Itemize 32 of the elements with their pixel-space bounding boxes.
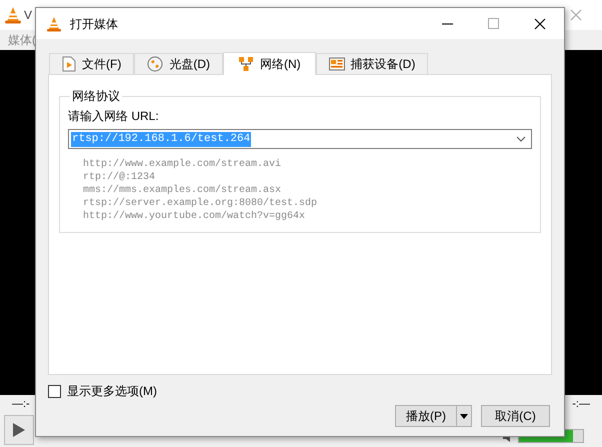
cone-icon bbox=[4, 6, 22, 24]
checkbox[interactable] bbox=[48, 384, 61, 398]
cone-icon bbox=[46, 16, 62, 32]
network-icon bbox=[238, 56, 254, 72]
player-title: V bbox=[24, 7, 32, 24]
tab[interactable]: 网络(N) bbox=[223, 52, 316, 75]
tab[interactable]: 文件(F) bbox=[49, 53, 134, 74]
example-url: rtp://@:1234 bbox=[83, 171, 156, 184]
url-value: rtsp://192.168.1.6/test.264 bbox=[71, 132, 252, 146]
play-button[interactable]: 播放(P) bbox=[396, 406, 457, 426]
cancel-button[interactable]: 取消(C) bbox=[481, 405, 550, 427]
capture-card-icon bbox=[328, 57, 345, 71]
close-icon[interactable] bbox=[534, 18, 546, 30]
disc-icon bbox=[147, 56, 164, 72]
chevron-down-icon bbox=[516, 136, 526, 142]
tab[interactable]: 光盘(D) bbox=[134, 53, 223, 74]
example-url: rtsp://server.example.org:8080/test.sdp bbox=[83, 197, 318, 210]
play-button[interactable] bbox=[4, 415, 34, 445]
example-url: http://www.example.com/stream.avi bbox=[83, 158, 282, 171]
checkbox-label: 显示更多选项(M) bbox=[67, 383, 157, 400]
play-split-button[interactable]: 播放(P) bbox=[395, 405, 472, 427]
tab[interactable]: 捕获设备(D) bbox=[316, 53, 428, 74]
caret-icon bbox=[460, 414, 468, 418]
example-url: mms://mms.examples.com/stream.asx bbox=[83, 184, 282, 197]
group-title: 网络协议 bbox=[71, 88, 121, 105]
dialog-title: 打开媒体 bbox=[70, 16, 118, 32]
play-icon bbox=[12, 422, 26, 438]
total-time: -:— bbox=[572, 396, 590, 412]
example-url: http://www.yourtube.com/watch?v=gg64x bbox=[83, 210, 306, 223]
elapsed-time: —:- bbox=[12, 396, 30, 412]
document-icon bbox=[62, 56, 76, 72]
url-label: 请输入网络 URL: bbox=[68, 108, 160, 125]
